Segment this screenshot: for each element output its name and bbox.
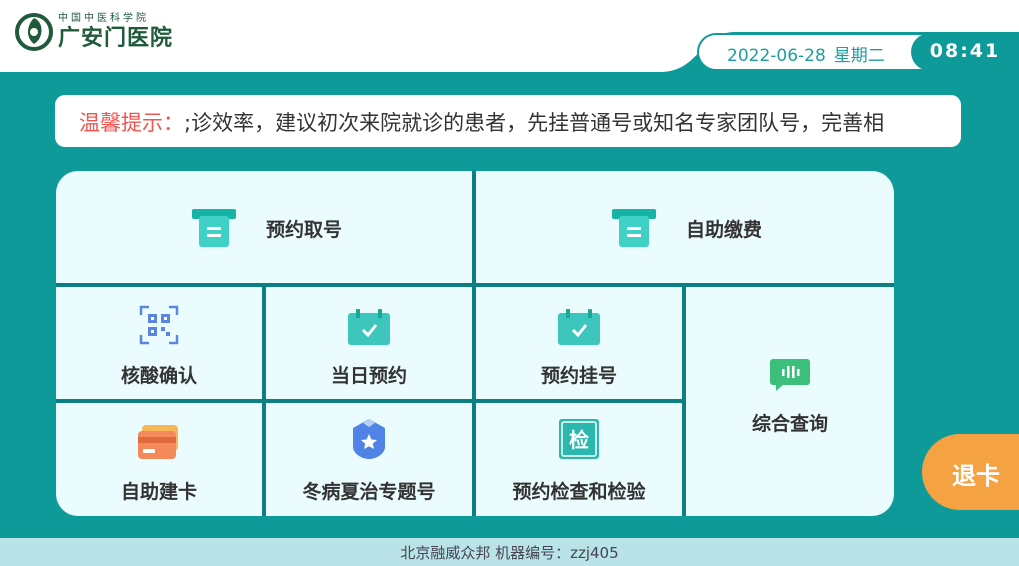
hospital-logo: 中国中医科学院 广安门医院 [14,8,173,54]
logo-title: 广安门医院 [58,26,174,51]
weekday-value: 星期二 [833,46,885,66]
appointment-pickup-button[interactable]: 预约取号 [56,171,472,283]
exam-appointment-button[interactable]: 检 预约检查和检验 [476,403,682,516]
menu-grid: 预约取号 自助缴费 核酸确认 当日预约 预约挂号 综合查询 自助建卡 冬病夏治专… [56,171,894,516]
notice-banner: 温馨提示：;诊效率，建议初次来院就诊的患者，先挂普通号或知名专家团队号，完善相 [55,95,961,147]
hospital-emblem-icon [15,13,53,51]
self-payment-button[interactable]: 自助缴费 [476,171,894,283]
nucleic-confirm-button[interactable]: 核酸确认 [56,287,262,399]
same-day-appointment-label: 当日预约 [330,365,407,387]
self-card-button[interactable]: 自助建卡 [56,403,262,516]
clock-time: 08:41 [929,40,1001,62]
same-day-appointment-button[interactable]: 当日预约 [266,287,472,399]
appointment-pickup-label: 预约取号 [266,219,343,241]
time-pill: 08:41 [911,33,1019,71]
badge-star-icon [353,419,385,459]
comprehensive-query-label: 综合查询 [751,413,828,435]
footer-text: 北京融威众邦 机器编号：zzj405 [400,544,619,562]
chat-bubble-icon [770,359,810,391]
date-text: 2022-06-28 星期二 [727,41,885,66]
appointment-register-button[interactable]: 预约挂号 [476,287,682,399]
bank-card-icon [138,425,178,459]
winter-disease-summer-treatment-label: 冬病夏治专题号 [302,481,436,503]
datetime-display: 2022-06-28 星期二 08:41 [697,33,1019,71]
payment-printer-icon [612,209,656,247]
notice-text: ;诊效率，建议初次来院就诊的患者，先挂普通号或知名专家团队号，完善相 [184,111,885,135]
qr-code-icon [139,305,179,345]
exit-card-label: 退卡 [952,462,1000,490]
ticket-printer-icon [192,209,236,247]
notice-label: 温馨提示： [79,111,184,135]
notice-content: 温馨提示：;诊效率，建议初次来院就诊的患者，先挂普通号或知名专家团队号，完善相 [79,107,884,137]
nucleic-confirm-label: 核酸确认 [120,365,197,387]
calendar-check-icon [348,309,390,345]
winter-disease-summer-treatment-button[interactable]: 冬病夏治专题号 [266,403,472,516]
appointment-register-label: 预约挂号 [540,365,617,387]
date-value: 2022-06-28 [727,46,826,66]
calendar-check-icon [558,309,600,345]
svg-text:检: 检 [569,428,589,452]
inspection-icon: 检 [559,419,599,459]
exit-card-button[interactable]: 退卡 [922,434,1019,510]
logo-subtitle: 中国中医科学院 [58,13,149,24]
self-card-label: 自助建卡 [120,481,197,503]
exam-appointment-label: 预约检查和检验 [512,481,646,503]
self-payment-label: 自助缴费 [686,219,763,241]
comprehensive-query-button[interactable]: 综合查询 [686,287,894,516]
footer-bar: 北京融威众邦 机器编号：zzj405 [0,538,1019,566]
